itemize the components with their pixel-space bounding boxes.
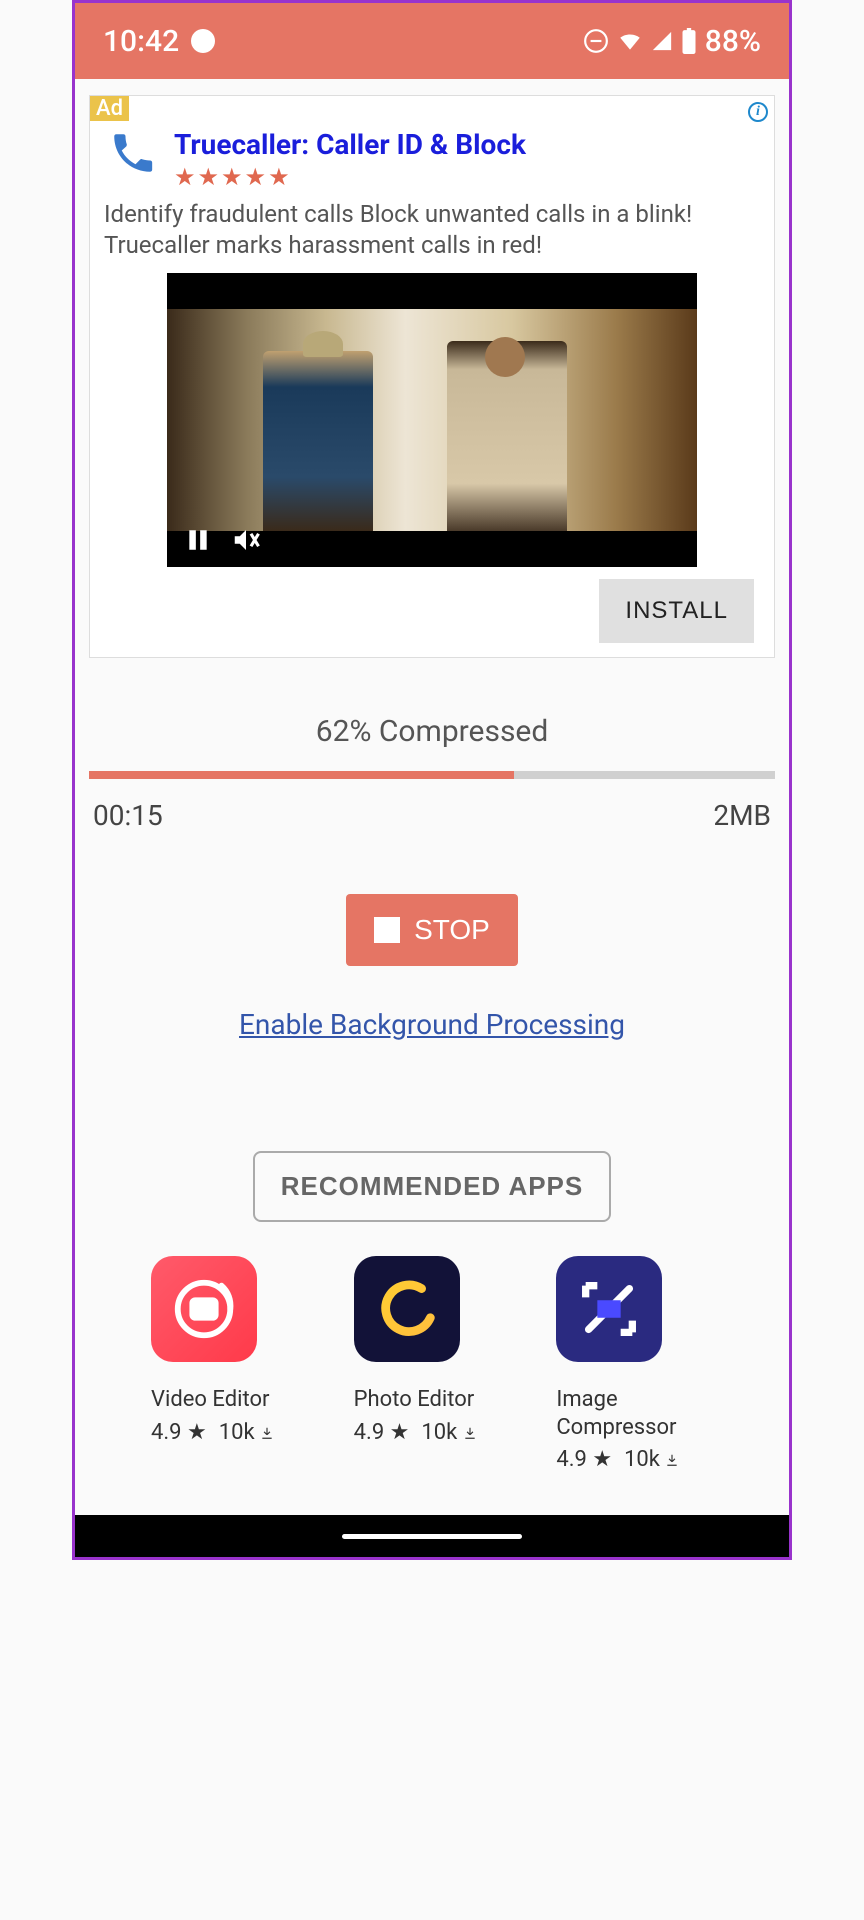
ad-info-icon[interactable]: i <box>748 102 768 122</box>
progress-fill <box>89 771 514 779</box>
recommended-apps-list: Video Editor 4.9 ★ 10k Photo Editor 4.9 … <box>75 1222 789 1472</box>
do-not-disturb-icon <box>583 28 609 54</box>
stop-label: STOP <box>414 914 490 946</box>
ad-title: Truecaller: Caller ID & Block <box>174 128 526 161</box>
app-name: Video Editor <box>151 1386 308 1414</box>
enable-background-link[interactable]: Enable Background Processing <box>75 1008 789 1041</box>
progress-label: 62% Compressed <box>75 714 789 749</box>
app-tile-video-editor[interactable]: Video Editor 4.9 ★ 10k <box>151 1256 308 1472</box>
pause-icon[interactable] <box>185 525 211 559</box>
compression-progress: 62% Compressed 00:15 2MB <box>75 714 789 832</box>
app-name: Photo Editor <box>354 1386 511 1414</box>
ad-video-still <box>167 309 697 531</box>
mute-icon[interactable] <box>229 525 263 559</box>
battery-percentage: 88% <box>705 24 761 59</box>
app-stats: 4.9 ★ 10k <box>151 1420 308 1445</box>
recommended-apps-button[interactable]: RECOMMENDED APPS <box>253 1151 612 1222</box>
app-stats: 4.9 ★ 10k <box>556 1447 713 1472</box>
status-time: 10:42 <box>103 24 179 59</box>
app-tile-image-compressor[interactable]: Image Compressor 4.9 ★ 10k <box>556 1256 713 1472</box>
ad-description: Identify fraudulent calls Block unwanted… <box>90 195 774 273</box>
ad-card[interactable]: Ad i Truecaller: Caller ID & Block ★★★★★… <box>89 95 775 658</box>
app-icon <box>151 1256 257 1362</box>
android-statusbar: 10:42 88% <box>75 3 789 79</box>
stop-button[interactable]: STOP <box>346 894 518 966</box>
ad-video[interactable] <box>167 273 697 567</box>
app-name: Image Compressor <box>556 1386 713 1441</box>
gesture-bar-icon[interactable] <box>342 1534 522 1539</box>
install-button[interactable]: INSTALL <box>599 579 754 643</box>
app-stats: 4.9 ★ 10k <box>354 1420 511 1445</box>
stop-icon <box>374 917 400 943</box>
app-icon <box>354 1256 460 1362</box>
output-size: 2MB <box>713 799 771 832</box>
notification-dot-icon <box>191 29 215 53</box>
battery-icon <box>681 28 697 54</box>
app-tile-photo-editor[interactable]: Photo Editor 4.9 ★ 10k <box>354 1256 511 1472</box>
ad-rating-stars-icon: ★★★★★ <box>174 163 526 191</box>
elapsed-time: 00:15 <box>93 799 163 832</box>
progress-bar <box>89 771 775 779</box>
android-navbar <box>75 1515 789 1557</box>
phone-icon <box>108 128 158 182</box>
cell-signal-icon <box>651 30 673 52</box>
app-icon <box>556 1256 662 1362</box>
wifi-icon <box>617 28 643 54</box>
ad-badge: Ad <box>90 96 129 121</box>
